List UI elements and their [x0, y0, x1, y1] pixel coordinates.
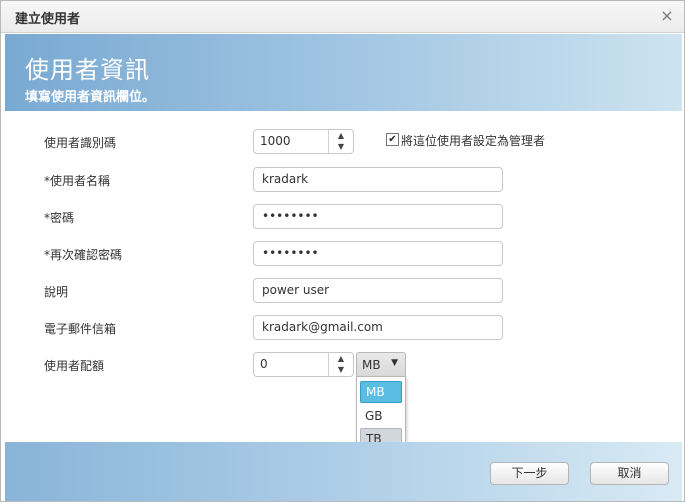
description-label: 說明 — [44, 285, 69, 299]
quota-value[interactable]: 0 — [260, 353, 268, 376]
uid-value[interactable]: 1000 — [260, 130, 291, 153]
unit-option-gb[interactable]: GB — [360, 405, 402, 427]
admin-checkbox-label[interactable]: 將這位使用者設定為管理者 — [401, 132, 545, 149]
username-label: *使用者名稱 — [44, 174, 111, 188]
quota-spinner[interactable]: 0 ▲ ▼ — [253, 352, 354, 377]
password-field[interactable]: •••••••• — [253, 204, 503, 229]
next-button[interactable]: 下一步 — [490, 462, 569, 485]
quota-unit-select[interactable]: MB ▼ — [356, 352, 406, 377]
quota-decrement-icon[interactable]: ▼ — [329, 364, 353, 375]
description-field[interactable]: power user — [253, 278, 503, 303]
admin-checkbox[interactable]: ✔ — [386, 133, 399, 146]
quota-unit-value: MB — [362, 358, 381, 372]
username-field[interactable]: kradark — [253, 167, 503, 192]
section-subtitle: 填寫使用者資訊欄位。 — [25, 90, 156, 105]
uid-spinner[interactable]: 1000 ▲ ▼ — [253, 129, 354, 154]
unit-option-mb[interactable]: MB — [360, 381, 402, 403]
dialog-footer — [5, 442, 682, 501]
password-label: *密碼 — [44, 211, 75, 225]
uid-increment-icon[interactable]: ▲ — [329, 130, 353, 141]
quota-label: 使用者配額 — [44, 359, 105, 373]
quota-spin-buttons: ▲ ▼ — [328, 353, 353, 376]
section-title: 使用者資訊 — [25, 56, 150, 84]
section-header: 使用者資訊 填寫使用者資訊欄位。 — [5, 34, 682, 111]
create-user-dialog: 建立使用者 × 使用者資訊 填寫使用者資訊欄位。 使用者識別碼 1000 ▲ ▼… — [0, 0, 685, 502]
uid-decrement-icon[interactable]: ▼ — [329, 141, 353, 152]
confirm-password-label: *再次確認密碼 — [44, 248, 123, 262]
uid-spin-buttons: ▲ ▼ — [328, 130, 353, 153]
uid-label: 使用者識別碼 — [44, 136, 117, 150]
email-field[interactable]: kradark@gmail.com — [253, 315, 503, 340]
cancel-button[interactable]: 取消 — [590, 462, 669, 485]
confirm-password-field[interactable]: •••••••• — [253, 241, 503, 266]
chevron-down-icon: ▼ — [391, 358, 398, 368]
quota-increment-icon[interactable]: ▲ — [329, 353, 353, 364]
close-icon[interactable]: × — [658, 7, 676, 25]
dialog-titlebar: 建立使用者 × — [1, 1, 684, 33]
email-label: 電子郵件信箱 — [44, 322, 117, 336]
dialog-title: 建立使用者 — [15, 12, 81, 27]
